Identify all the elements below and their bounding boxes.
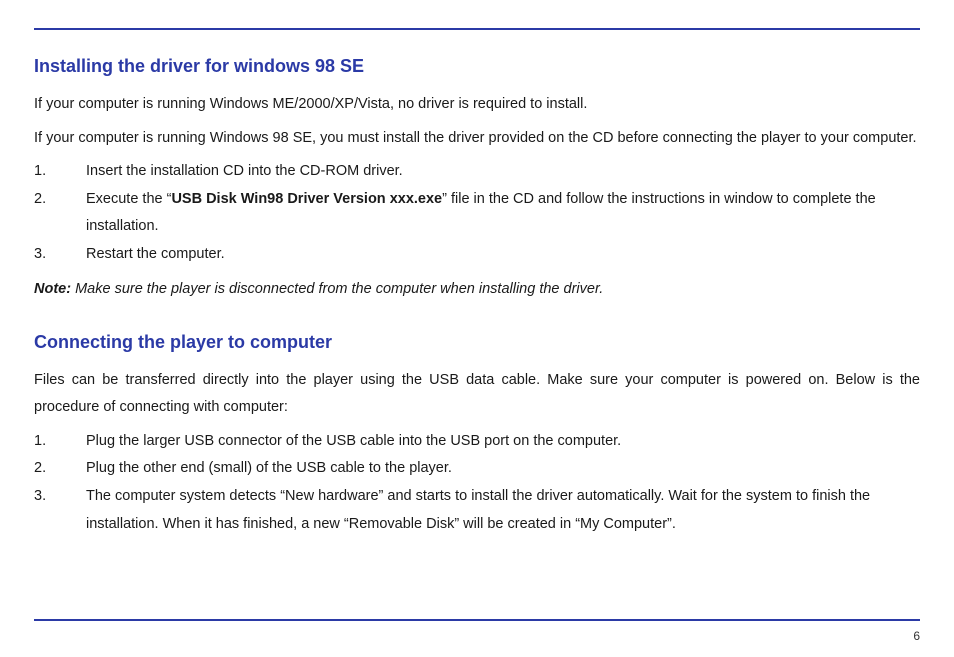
list-item: 3. Restart the computer. bbox=[34, 241, 920, 269]
ordered-steps: 1. Plug the larger USB connector of the … bbox=[34, 428, 920, 538]
paragraph: Files can be transferred directly into t… bbox=[34, 367, 920, 422]
paragraph: If your computer is running Windows 98 S… bbox=[34, 125, 920, 153]
list-item: 3. The computer system detects “New hard… bbox=[34, 483, 920, 538]
list-item: 1. Insert the installation CD into the C… bbox=[34, 158, 920, 186]
top-divider bbox=[34, 28, 920, 30]
note-label: Note: bbox=[34, 281, 71, 297]
document-page: Installing the driver for windows 98 SE … bbox=[0, 0, 954, 657]
step-text-part: Execute the “ bbox=[86, 191, 171, 207]
step-number: 3. bbox=[34, 483, 86, 538]
step-text: Insert the installation CD into the CD-R… bbox=[86, 158, 920, 186]
list-item: 1. Plug the larger USB connector of the … bbox=[34, 428, 920, 456]
step-number: 2. bbox=[34, 455, 86, 483]
section-spacer bbox=[34, 304, 920, 332]
step-text: Restart the computer. bbox=[86, 241, 920, 269]
step-text: The computer system detects “New hardwar… bbox=[86, 483, 920, 538]
step-text: Plug the larger USB connector of the USB… bbox=[86, 428, 920, 456]
step-number: 2. bbox=[34, 186, 86, 241]
note: Note: Make sure the player is disconnect… bbox=[34, 276, 920, 304]
step-text: Plug the other end (small) of the USB ca… bbox=[86, 455, 920, 483]
section-heading-install-driver: Installing the driver for windows 98 SE bbox=[34, 56, 920, 77]
bold-filename: USB Disk Win98 Driver Version xxx.exe bbox=[171, 191, 442, 207]
paragraph: If your computer is running Windows ME/2… bbox=[34, 91, 920, 119]
bottom-divider bbox=[34, 619, 920, 621]
list-item: 2. Execute the “USB Disk Win98 Driver Ve… bbox=[34, 186, 920, 241]
step-number: 3. bbox=[34, 241, 86, 269]
section-heading-connecting: Connecting the player to computer bbox=[34, 332, 920, 353]
step-text: Execute the “USB Disk Win98 Driver Versi… bbox=[86, 186, 920, 241]
list-item: 2. Plug the other end (small) of the USB… bbox=[34, 455, 920, 483]
ordered-steps: 1. Insert the installation CD into the C… bbox=[34, 158, 920, 268]
step-number: 1. bbox=[34, 158, 86, 186]
step-number: 1. bbox=[34, 428, 86, 456]
note-text: Make sure the player is disconnected fro… bbox=[71, 281, 603, 297]
page-number: 6 bbox=[913, 629, 920, 643]
